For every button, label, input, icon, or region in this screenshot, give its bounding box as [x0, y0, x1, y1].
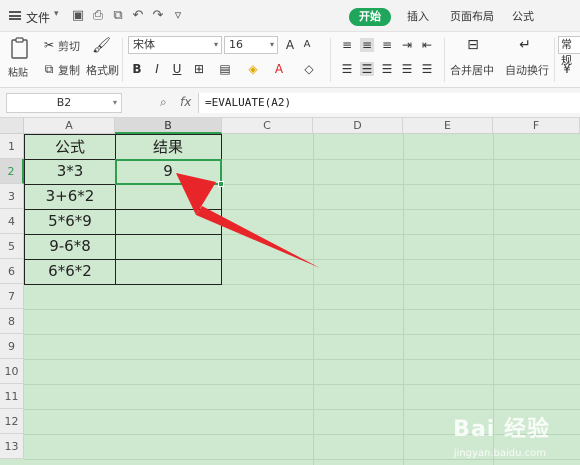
save-icon[interactable]: ▣ [70, 8, 86, 24]
name-box[interactable]: B2 ▾ [6, 93, 122, 113]
spreadsheet-grid[interactable]: A B C D E F 1 2 3 4 5 6 7 8 9 10 11 12 1… [0, 118, 580, 465]
font-name-select[interactable]: 宋体 ▾ [128, 36, 222, 54]
border-icon[interactable]: ⊞ [192, 62, 206, 76]
font-name-value: 宋体 [133, 38, 155, 51]
paste-button[interactable]: 粘贴 [8, 36, 34, 84]
insert-function-icon[interactable]: fx [180, 95, 191, 109]
align-left-icon[interactable]: ☰ [340, 62, 354, 76]
distribute-icon[interactable]: ☰ [420, 62, 434, 76]
cut-icon[interactable]: ✂ [42, 38, 56, 52]
tab-insert[interactable]: 插入 [407, 8, 429, 24]
merge-center-icon[interactable]: ⊟ [466, 38, 480, 52]
baidu-watermark: Bai 经验 [453, 417, 550, 442]
align-bottom-icon[interactable]: ≡ [380, 38, 394, 52]
customize-toolbar-icon[interactable]: ▿ [170, 8, 186, 24]
wrap-text-icon[interactable]: ↵ [518, 38, 532, 52]
paste-icon [11, 37, 28, 59]
baidu-watermark-url: jingyan.baidu.com [453, 448, 546, 459]
align-top-icon[interactable]: ≡ [340, 38, 354, 52]
tab-formulas[interactable]: 公式 [512, 8, 534, 24]
indent-icon[interactable]: ⇥ [400, 38, 414, 52]
menu-bar: 文件 ▾ ▣ ⎙ ⧉ ↶ ↷ ▿ 开始 插入 页面布局 公式 [0, 0, 580, 32]
font-color-icon[interactable]: A [272, 62, 286, 76]
print-preview-icon[interactable]: ⧉ [110, 8, 126, 24]
formula-bar: B2 ▾ ⌕ fx =EVALUATE(A2) [0, 88, 580, 118]
paste-label: 粘贴 [8, 68, 28, 79]
chevron-down-icon: ▾ [213, 40, 218, 49]
bold-icon[interactable]: B [130, 62, 144, 76]
chevron-down-icon: ▾ [112, 98, 117, 107]
font-size-select[interactable]: 16 ▾ [224, 36, 278, 54]
merge-center-button[interactable]: 合并居中 [450, 62, 494, 78]
print-icon[interactable]: ⎙ [90, 8, 106, 24]
copy-button[interactable]: 复制 [58, 62, 80, 78]
name-box-value: B2 [56, 96, 72, 109]
cut-button[interactable]: 剪切 [58, 38, 80, 54]
outdent-icon[interactable]: ⇤ [420, 38, 434, 52]
file-menu[interactable]: 文件 [26, 9, 50, 26]
decrease-font-icon[interactable]: A [300, 38, 314, 52]
chevron-down-icon: ▾ [269, 40, 274, 49]
format-painter-icon[interactable]: 🖌 [92, 38, 111, 53]
zoom-search-icon[interactable]: ⌕ [160, 95, 167, 110]
fill-color-icon[interactable]: ◈ [246, 62, 260, 76]
align-center-icon[interactable]: ☰ [360, 62, 374, 76]
tab-page-layout[interactable]: 页面布局 [450, 8, 494, 24]
increase-font-icon[interactable]: A [283, 38, 297, 52]
justify-icon[interactable]: ☰ [400, 62, 414, 76]
italic-icon[interactable]: I [150, 62, 164, 76]
ribbon: 粘贴 ✂ 剪切 ⧉ 复制 🖌 格式刷 宋体 ▾ 16 ▾ A A B I U ⊞… [0, 32, 580, 88]
redo-icon[interactable]: ↷ [150, 8, 166, 24]
currency-icon[interactable]: ¥ [560, 62, 574, 76]
underline-icon[interactable]: U [170, 62, 184, 76]
undo-icon[interactable]: ↶ [130, 8, 146, 24]
tab-home[interactable]: 开始 [349, 8, 391, 26]
number-format-select[interactable]: 常规 [558, 36, 580, 67]
align-right-icon[interactable]: ☰ [380, 62, 394, 76]
hamburger-menu-icon[interactable] [9, 11, 21, 20]
format-painter-button[interactable]: 格式刷 [86, 62, 119, 78]
chevron-down-icon[interactable]: ▾ [54, 9, 59, 19]
font-size-value: 16 [229, 38, 243, 51]
formula-input[interactable]: =EVALUATE(A2) [198, 93, 580, 113]
fill-pattern-icon[interactable]: ▤ [218, 62, 232, 76]
align-middle-icon[interactable]: ≡ [360, 38, 374, 52]
copy-icon[interactable]: ⧉ [42, 62, 56, 76]
wrap-text-button[interactable]: 自动换行 [505, 62, 549, 78]
clear-format-icon[interactable]: ◇ [302, 62, 316, 76]
